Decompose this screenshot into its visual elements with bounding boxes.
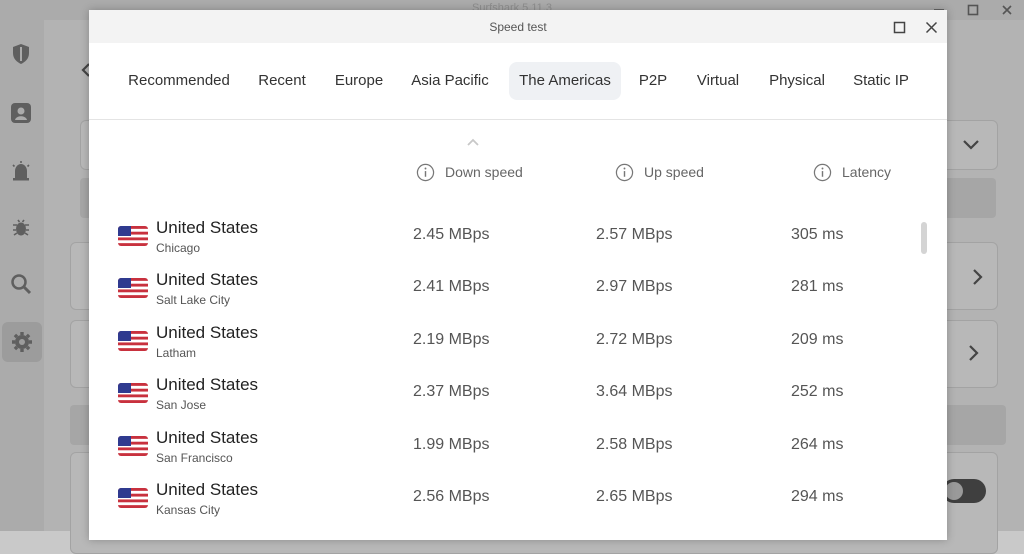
close-icon: [925, 21, 937, 33]
server-city: Latham: [156, 346, 197, 360]
info-icon: [615, 163, 634, 181]
down-speed-value: 2.41 MBps: [413, 278, 490, 295]
tab-the-americas[interactable]: The Americas: [509, 62, 621, 100]
server-country: United States: [156, 375, 259, 394]
us-flag-icon: [118, 226, 148, 246]
table-row[interactable]: United States San Francisco 1.99 MBps 2.…: [89, 420, 947, 472]
up-speed-value: 2.57 MBps: [596, 226, 673, 243]
chevron-up-icon[interactable]: [466, 137, 480, 147]
up-speed-value: 2.58 MBps: [596, 436, 673, 453]
us-flag-icon: [118, 383, 148, 403]
server-country: United States: [156, 218, 259, 237]
info-icon: [416, 163, 435, 181]
server-city: Salt Lake City: [156, 293, 231, 307]
server-country: United States: [156, 480, 259, 499]
tab-physical[interactable]: Physical: [761, 62, 833, 100]
tab-recommended[interactable]: Recommended: [119, 62, 239, 100]
tab-europe[interactable]: Europe: [326, 62, 392, 100]
maximize-icon: [893, 21, 905, 33]
tab-asia-pacific[interactable]: Asia Pacific: [402, 62, 498, 100]
column-label-latency: Latency: [842, 164, 892, 180]
modal-header: Speed test: [89, 10, 947, 43]
down-speed-value: 1.99 MBps: [413, 436, 490, 453]
latency-value: 294 ms: [791, 488, 844, 505]
latency-value: 209 ms: [791, 331, 844, 348]
user-account-icon[interactable]: [10, 102, 32, 124]
down-speed-value: 2.37 MBps: [413, 383, 490, 400]
table-row[interactable]: United States Kansas City 2.56 MBps 2.65…: [89, 472, 947, 524]
table-row[interactable]: United States San Jose 2.37 MBps 3.64 MB…: [89, 367, 947, 419]
server-country: United States: [156, 270, 259, 289]
column-label-up-speed: Up speed: [644, 164, 704, 180]
down-speed-value: 2.45 MBps: [413, 226, 490, 243]
us-flag-icon: [118, 436, 148, 456]
latency-value: 305 ms: [791, 226, 844, 243]
search-icon[interactable]: [10, 273, 32, 295]
table-row[interactable]: United States Salt Lake City 2.41 MBps 2…: [89, 262, 947, 314]
server-city: San Jose: [156, 398, 207, 412]
down-speed-value: 2.56 MBps: [413, 488, 490, 505]
background-toggle[interactable]: [942, 479, 986, 503]
server-city: Chicago: [156, 241, 201, 255]
up-speed-value: 2.72 MBps: [596, 331, 673, 348]
table-row[interactable]: United States Latham 2.19 MBps 2.72 MBps…: [89, 315, 947, 367]
us-flag-icon: [118, 278, 148, 298]
maximize-button[interactable]: [889, 17, 909, 37]
chevron-right-icon[interactable]: [968, 344, 980, 367]
up-speed-value: 2.65 MBps: [596, 488, 673, 505]
server-city: San Francisco: [156, 451, 233, 465]
us-flag-icon: [118, 488, 148, 508]
column-header-up-speed[interactable]: Up speed: [615, 160, 704, 184]
maximize-icon[interactable]: [956, 0, 990, 20]
chevron-down-icon[interactable]: [962, 138, 980, 156]
latency-value: 252 ms: [791, 383, 844, 400]
server-country: United States: [156, 323, 259, 342]
us-flag-icon: [118, 331, 148, 351]
latency-value: 281 ms: [791, 278, 844, 295]
bug-icon[interactable]: [10, 216, 32, 238]
region-tabs: Recommended Recent Europe Asia Pacific T…: [89, 43, 947, 120]
background-sidebar: [0, 20, 44, 531]
speed-test-modal: Speed test Recommended Recent Europe Asi…: [89, 10, 947, 540]
scrollbar-thumb[interactable]: [921, 222, 927, 254]
column-header-latency[interactable]: Latency: [813, 160, 891, 184]
down-speed-value: 2.19 MBps: [413, 331, 490, 348]
tab-virtual[interactable]: Virtual: [686, 62, 750, 100]
latency-value: 264 ms: [791, 436, 844, 453]
up-speed-value: 3.64 MBps: [596, 383, 673, 400]
table-row[interactable]: United States Chicago 2.45 MBps 2.57 MBp…: [89, 210, 947, 262]
tab-recent[interactable]: Recent: [249, 62, 315, 100]
tab-static-ip[interactable]: Static IP: [844, 62, 918, 100]
close-icon[interactable]: [990, 0, 1024, 20]
chevron-right-icon[interactable]: [972, 268, 984, 291]
info-icon: [813, 163, 832, 181]
modal-title: Speed test: [489, 20, 547, 34]
gear-icon[interactable]: [2, 322, 42, 362]
close-button[interactable]: [921, 17, 941, 37]
shield-icon[interactable]: [10, 43, 32, 65]
server-country: United States: [156, 428, 259, 447]
up-speed-value: 2.97 MBps: [596, 278, 673, 295]
tab-p2p[interactable]: P2P: [632, 62, 674, 100]
column-label-down-speed: Down speed: [445, 164, 523, 180]
alert-icon[interactable]: [10, 160, 32, 182]
server-city: Kansas City: [156, 503, 221, 517]
column-header-down-speed[interactable]: Down speed: [416, 160, 523, 184]
